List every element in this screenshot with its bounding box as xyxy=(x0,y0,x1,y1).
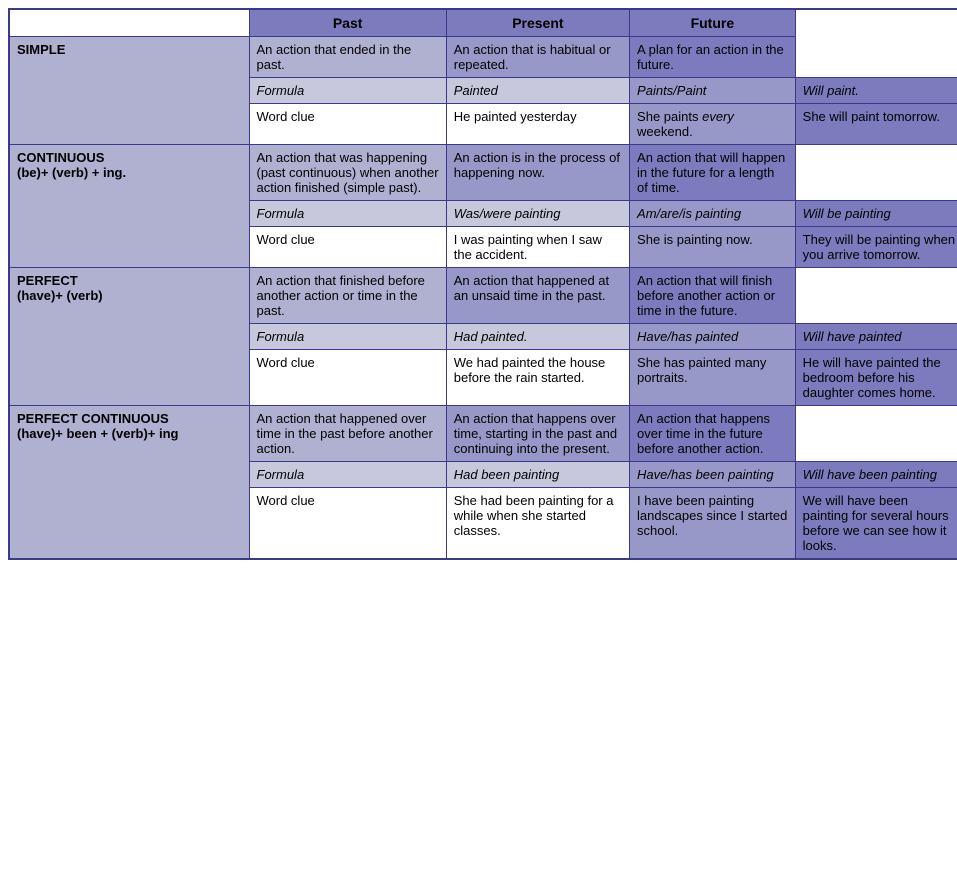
wordclue-present-perfect-continuous: I have been painting landscapes since I … xyxy=(630,488,796,560)
wordclue-label-perfect-continuous: Word clue xyxy=(249,488,446,560)
formula-past-perfect: Had painted. xyxy=(446,324,629,350)
formula-future-simple: Will paint. xyxy=(795,78,957,104)
wordclue-label-perfect: Word clue xyxy=(249,350,446,406)
header-past: Past xyxy=(249,9,446,37)
def-future-continuous: An action that will happen in the future… xyxy=(630,145,796,201)
formula-label-simple: Formula xyxy=(249,78,446,104)
header-present: Present xyxy=(446,9,629,37)
header-future: Future xyxy=(630,9,796,37)
wordclue-present-perfect: She has painted many portraits. xyxy=(630,350,796,406)
formula-present-perfect: Have/has painted xyxy=(630,324,796,350)
def-past-continuous: An action that was happening (past conti… xyxy=(249,145,446,201)
category-cell-perfect-continuous: PERFECT CONTINUOUS(have)+ been + (verb)+… xyxy=(9,406,249,560)
header-col0 xyxy=(9,9,249,37)
category-cell-perfect: PERFECT(have)+ (verb) xyxy=(9,268,249,406)
formula-past-simple: Painted xyxy=(446,78,629,104)
def-past-perfect-continuous: An action that happened over time in the… xyxy=(249,406,446,462)
wordclue-future-perfect: He will have painted the bedroom before … xyxy=(795,350,957,406)
def-present-perfect-continuous: An action that happens over time, starti… xyxy=(446,406,629,462)
def-past-simple: An action that ended in the past. xyxy=(249,37,446,78)
def-present-perfect: An action that happened at an unsaid tim… xyxy=(446,268,629,324)
formula-past-continuous: Was/were painting xyxy=(446,201,629,227)
formula-present-continuous: Am/are/is painting xyxy=(630,201,796,227)
formula-label-perfect-continuous: Formula xyxy=(249,462,446,488)
formula-future-perfect: Will have painted xyxy=(795,324,957,350)
def-past-perfect: An action that finished before another a… xyxy=(249,268,446,324)
wordclue-future-continuous: They will be painting when you arrive to… xyxy=(795,227,957,268)
category-cell-continuous: CONTINUOUS(be)+ (verb) + ing. xyxy=(9,145,249,268)
formula-label-continuous: Formula xyxy=(249,201,446,227)
formula-present-simple: Paints/Paint xyxy=(630,78,796,104)
main-table: Past Present Future SIMPLEAn action that… xyxy=(8,8,957,560)
wordclue-label-simple: Word clue xyxy=(249,104,446,145)
header-row: Past Present Future xyxy=(9,9,957,37)
wordclue-present-simple: She paints every weekend. xyxy=(630,104,796,145)
wordclue-past-continuous: I was painting when I saw the accident. xyxy=(446,227,629,268)
formula-past-perfect-continuous: Had been painting xyxy=(446,462,629,488)
wordclue-future-simple: She will paint tomorrow. xyxy=(795,104,957,145)
category-row-perfect-continuous: PERFECT CONTINUOUS(have)+ been + (verb)+… xyxy=(9,406,957,462)
def-future-simple: A plan for an action in the future. xyxy=(630,37,796,78)
category-row-simple: SIMPLEAn action that ended in the past.A… xyxy=(9,37,957,78)
formula-label-perfect: Formula xyxy=(249,324,446,350)
wordclue-past-perfect-continuous: She had been painting for a while when s… xyxy=(446,488,629,560)
formula-future-perfect-continuous: Will have been painting xyxy=(795,462,957,488)
wordclue-future-perfect-continuous: We will have been painting for several h… xyxy=(795,488,957,560)
wordclue-past-perfect: We had painted the house before the rain… xyxy=(446,350,629,406)
formula-future-continuous: Will be painting xyxy=(795,201,957,227)
def-future-perfect: An action that will finish before anothe… xyxy=(630,268,796,324)
formula-present-perfect-continuous: Have/has been painting xyxy=(630,462,796,488)
category-cell-simple: SIMPLE xyxy=(9,37,249,145)
wordclue-present-continuous: She is painting now. xyxy=(630,227,796,268)
category-row-perfect: PERFECT(have)+ (verb)An action that fini… xyxy=(9,268,957,324)
category-row-continuous: CONTINUOUS(be)+ (verb) + ing.An action t… xyxy=(9,145,957,201)
wordclue-past-simple: He painted yesterday xyxy=(446,104,629,145)
wordclue-label-continuous: Word clue xyxy=(249,227,446,268)
def-present-continuous: An action is in the process of happening… xyxy=(446,145,629,201)
def-present-simple: An action that is habitual or repeated. xyxy=(446,37,629,78)
def-future-perfect-continuous: An action that happens over time in the … xyxy=(630,406,796,462)
